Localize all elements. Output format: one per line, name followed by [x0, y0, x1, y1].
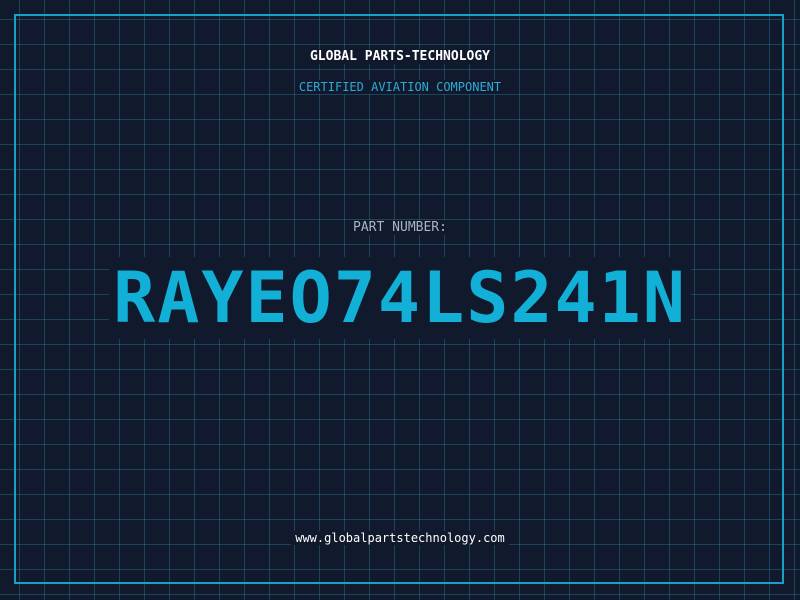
part-number: RAYEO74LS241N [0, 257, 800, 339]
part-number-label-text: PART NUMBER: [349, 220, 451, 235]
brand-text: GLOBAL PARTS-TECHNOLOGY [305, 49, 494, 64]
brand-name: GLOBAL PARTS-TECHNOLOGY [0, 49, 800, 64]
tagline: CERTIFIED AVIATION COMPONENT [0, 80, 800, 94]
website-url-text: www.globalpartstechnology.com [291, 531, 509, 545]
tagline-text: CERTIFIED AVIATION COMPONENT [294, 80, 506, 94]
part-number-label: PART NUMBER: [0, 220, 800, 235]
part-number-value: RAYEO74LS241N [109, 257, 691, 339]
label-canvas: GLOBAL PARTS-TECHNOLOGY CERTIFIED AVIATI… [0, 0, 800, 600]
website-url: www.globalpartstechnology.com [0, 531, 800, 545]
